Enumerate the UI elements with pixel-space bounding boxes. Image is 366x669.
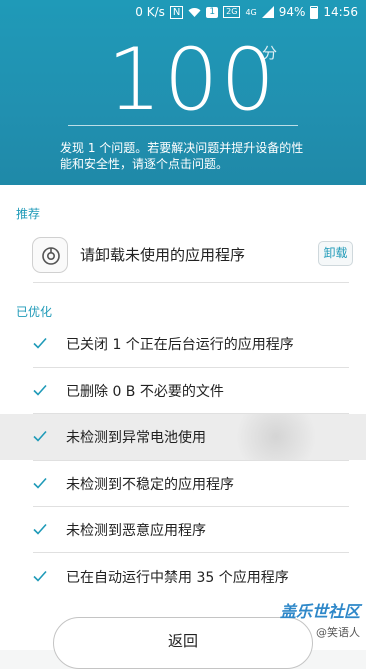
- network-badge: 2G: [223, 6, 241, 18]
- score-divider: [68, 125, 298, 126]
- clock: 14:56: [323, 5, 358, 19]
- optimized-item-text: 已在自动运行中禁用 35 个应用程序: [66, 570, 289, 586]
- optimized-item-5[interactable]: 未检测到恶意应用程序: [0, 507, 366, 553]
- score-display: 100 分: [0, 34, 366, 126]
- check-icon: [33, 477, 47, 489]
- watermark-logo: 盖乐世社区: [279, 602, 360, 621]
- optimized-item-text: 已关闭 1 个正在后台运行的应用程序: [66, 337, 294, 353]
- signal-icon: [261, 6, 274, 18]
- optimized-item-text: 未检测到恶意应用程序: [66, 523, 206, 539]
- check-icon: [33, 570, 47, 582]
- network-speed: 0 K/s: [135, 5, 165, 19]
- uninstall-button[interactable]: 卸载: [318, 241, 353, 266]
- community-watermark: 盖乐世社区 @笑语人: [280, 598, 360, 640]
- optimized-item-text: 未检测到不稳定的应用程序: [66, 477, 234, 493]
- check-icon: [33, 337, 47, 349]
- divider: [33, 552, 349, 553]
- optimized-item-1[interactable]: 已关闭 1 个正在后台运行的应用程序: [0, 321, 366, 367]
- score-unit: 分: [262, 44, 278, 62]
- check-icon: [33, 430, 47, 442]
- optimized-item-4[interactable]: 未检测到不稳定的应用程序: [0, 461, 366, 507]
- lte-label: 4G: [245, 7, 257, 17]
- recommend-section-label: 推荐: [16, 207, 41, 221]
- watermark-user: @笑语人: [316, 626, 360, 639]
- optimized-item-3[interactable]: 未检测到异常电池使用: [0, 414, 366, 460]
- app-settings-icon: [32, 237, 68, 273]
- header-description: 发现 1 个问题。若要解决问题并提升设备的性能和安全性，请逐个点击问题。: [60, 141, 304, 171]
- optimized-item-6[interactable]: 已在自动运行中禁用 35 个应用程序: [0, 554, 366, 600]
- status-bar: 0 K/s N 1 2G 4G 94% 14:56: [0, 0, 366, 24]
- nfc-icon: N: [169, 5, 184, 19]
- divider: [33, 282, 349, 283]
- optimized-item-2[interactable]: 已删除 0 B 不必要的文件: [0, 368, 366, 414]
- touch-ripple: [228, 414, 324, 460]
- wifi-icon: [188, 7, 201, 18]
- score-value: 100: [107, 30, 278, 130]
- check-icon: [33, 384, 47, 396]
- battery-percent: 94%: [278, 5, 306, 19]
- check-icon: [33, 523, 47, 535]
- optimized-item-text: 已删除 0 B 不必要的文件: [66, 384, 224, 400]
- back-button[interactable]: 返回: [53, 617, 313, 669]
- optimized-section-label: 已优化: [16, 305, 53, 319]
- battery-icon: [310, 5, 319, 19]
- recommend-item-text: 请卸载未使用的应用程序: [80, 246, 246, 264]
- recommend-item[interactable]: 请卸载未使用的应用程序 卸载: [0, 232, 366, 280]
- score-header: 0 K/s N 1 2G 4G 94% 14:56 100 分 发现 1 个问题…: [0, 0, 366, 185]
- optimized-item-text: 未检测到异常电池使用: [66, 430, 206, 446]
- sim-badge: 1: [206, 6, 219, 18]
